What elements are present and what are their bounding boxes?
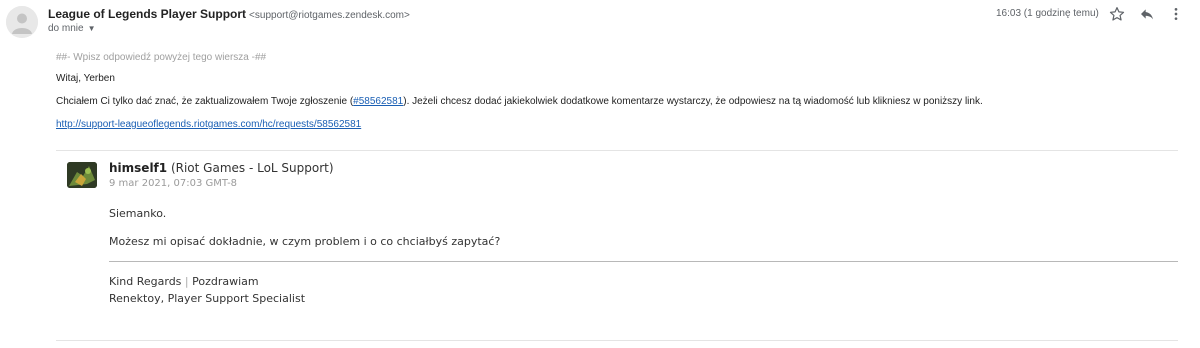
recipient-dropdown[interactable]: do mnie ▼ (48, 23, 96, 34)
agent-avatar-image (67, 162, 97, 188)
message-text-after: ). Jeżeli chcesz dodać jakiekolwiek doda… (403, 96, 983, 107)
signature-name: Renektoy, Player Support Specialist (109, 292, 306, 305)
signature-kind-regards: Kind Regards (109, 275, 182, 288)
reply-icon (1141, 9, 1153, 20)
quoted-author-name: himself1 (109, 161, 168, 175)
ticket-url-line: http://support-leagueoflegends.riotgames… (56, 119, 361, 130)
bottom-separator (56, 340, 1178, 341)
sender-avatar[interactable] (6, 6, 38, 38)
more-vert-icon (1174, 8, 1178, 20)
quoted-greeting: Siemanko. (109, 207, 167, 220)
star-button[interactable] (1105, 3, 1129, 25)
signature-divider (109, 261, 1178, 262)
sender-email: <support@riotgames.zendesk.com> (249, 10, 410, 21)
sender-name: League of Legends Player Support (48, 7, 247, 21)
email-message: Chciałem Ci tylko dać znać, że zaktualiz… (56, 96, 983, 107)
reply-button[interactable] (1135, 3, 1159, 25)
chevron-down-icon: ▼ (87, 24, 96, 33)
person-icon (6, 6, 38, 38)
email-timestamp: 16:03 (1 godzinę temu) (996, 8, 1099, 19)
signature-pozdrawiam: Pozdrawiam (192, 275, 259, 288)
sender-header: League of Legends Player Support <support… (48, 7, 410, 21)
signature-pipe: | (184, 275, 189, 288)
email-greeting: Witaj, Yerben (56, 73, 115, 84)
quoted-author-role: (Riot Games - LoL Support) (170, 161, 334, 175)
signature-line-1: Kind Regards | Pozdrawiam (109, 275, 259, 288)
ticket-number-link[interactable]: #58562581 (353, 96, 403, 107)
agent-avatar (67, 162, 97, 188)
quote-separator (56, 150, 1178, 151)
quoted-date: 9 mar 2021, 07:03 GMT-8 (109, 178, 238, 189)
recipient-label: do mnie (48, 23, 84, 34)
star-icon (1109, 7, 1125, 21)
ticket-url-link[interactable]: http://support-leagueoflegends.riotgames… (56, 119, 361, 130)
quoted-author: himself1 (Riot Games - LoL Support) (109, 161, 334, 175)
reply-above-hint: ##- Wpisz odpowiedź powyżej tego wiersza… (56, 52, 267, 63)
more-options-button[interactable] (1164, 3, 1188, 25)
message-text-before: Chciałem Ci tylko dać znać, że zaktualiz… (56, 96, 354, 107)
quoted-question: Możesz mi opisać dokładnie, w czym probl… (109, 235, 501, 248)
